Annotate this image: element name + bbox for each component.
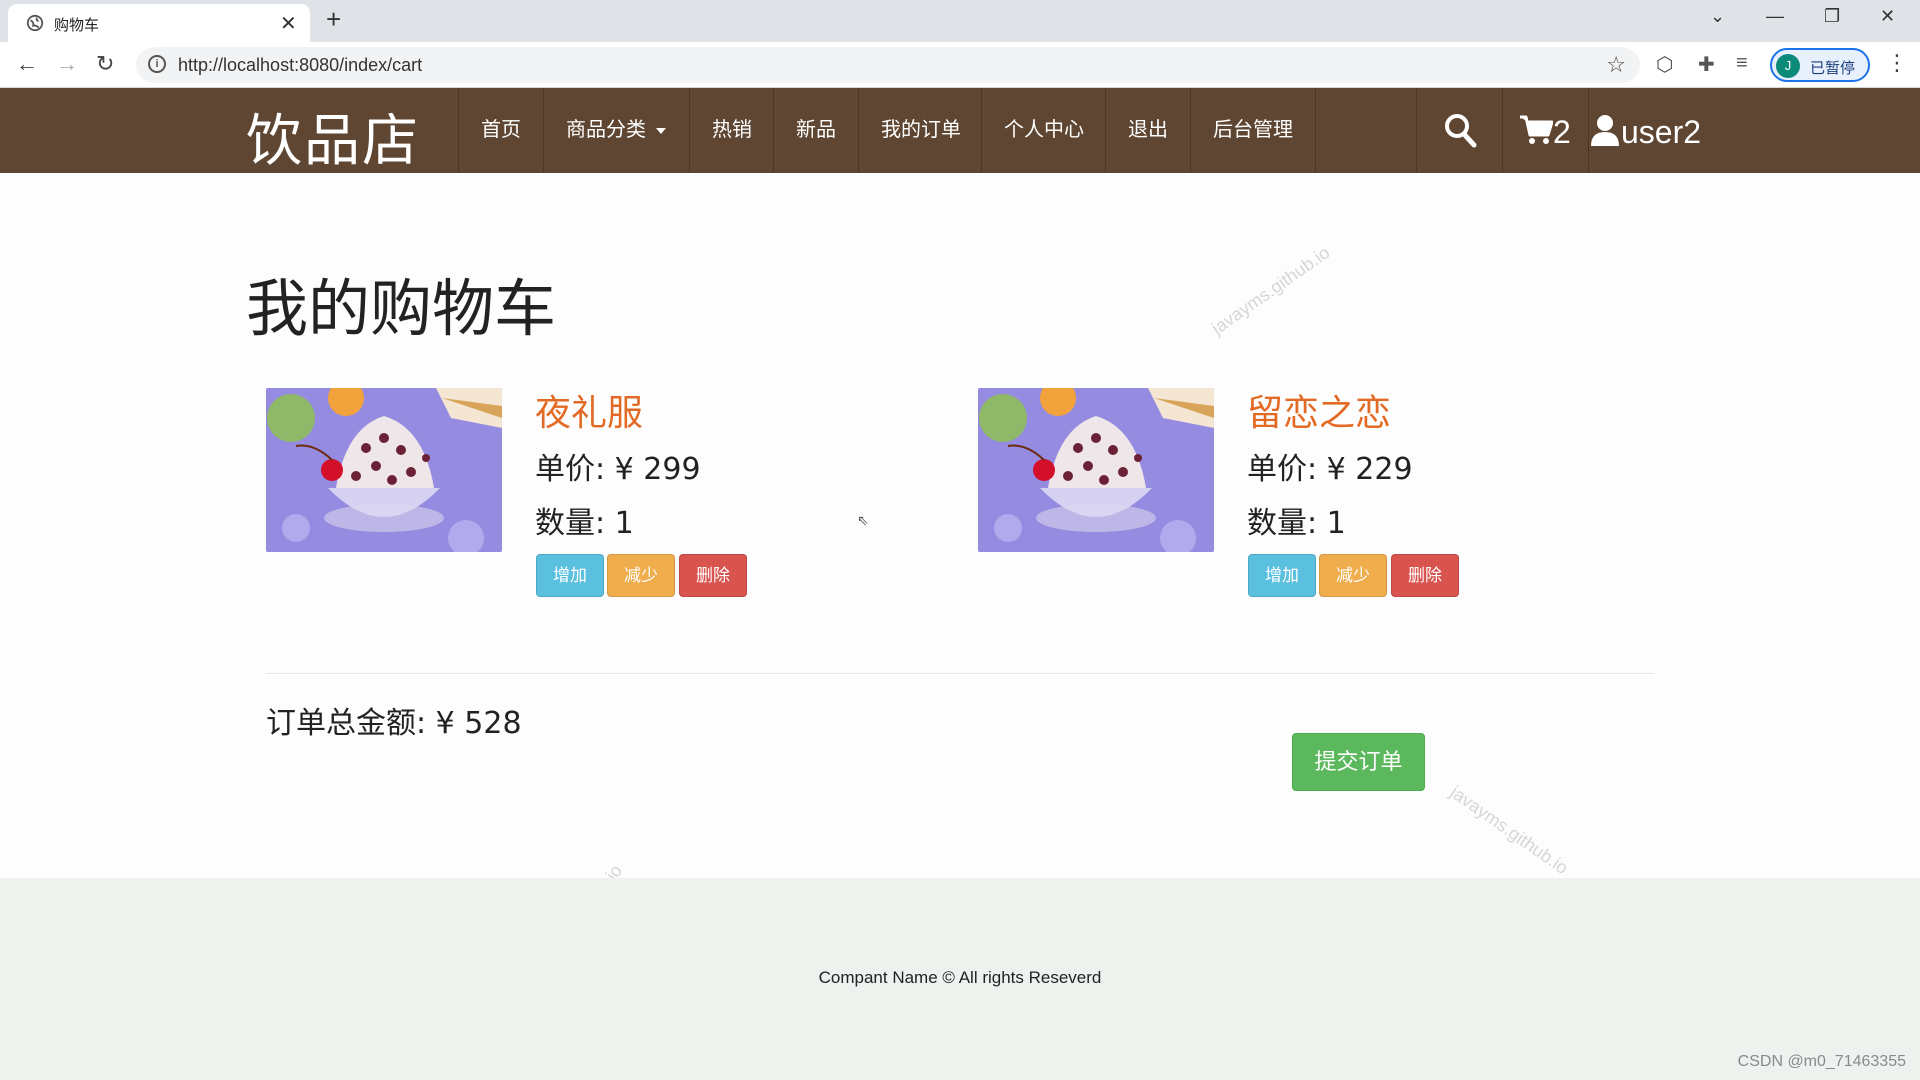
minimize-icon[interactable]: —: [1766, 6, 1784, 27]
cart-icon: [1520, 115, 1553, 144]
csdn-credit: CSDN @m0_71463355: [1737, 1053, 1906, 1070]
user-menu[interactable]: user2: [1588, 88, 1708, 173]
product-image: [266, 388, 502, 552]
order-total: 订单总金额: ¥ 528: [266, 706, 522, 741]
user-icon: [1591, 115, 1619, 146]
watermark: javayms.github.io: [1208, 242, 1334, 339]
nav-categories[interactable]: 商品分类: [543, 88, 688, 173]
product-name[interactable]: 夜礼服: [535, 384, 643, 436]
chevron-down-icon: [656, 127, 666, 134]
product-name[interactable]: 留恋之恋: [1247, 384, 1391, 436]
tab-title: 购物车: [54, 17, 100, 34]
delete-button[interactable]: 删除: [1391, 554, 1459, 597]
profile-button[interactable]: J 已暂停: [1770, 48, 1870, 82]
delete-button[interactable]: 删除: [679, 554, 747, 597]
product-quantity: 数量: 1: [1247, 506, 1346, 541]
browser-tab[interactable]: 购物车 ✕: [8, 4, 310, 42]
nav-hot[interactable]: 热销: [689, 88, 774, 173]
new-tab-icon[interactable]: +: [326, 4, 341, 35]
increase-button[interactable]: 增加: [1248, 554, 1316, 597]
footer-copyright: Compant Name © All rights Reseverd: [818, 968, 1102, 987]
footer: Compant Name © All rights Reseverd CSDN …: [0, 878, 1920, 1080]
search-button[interactable]: [1416, 88, 1502, 173]
nav-profile[interactable]: 个人中心: [981, 88, 1106, 173]
cart-count: 2: [1553, 114, 1571, 150]
url-text[interactable]: http://localhost:8080/index/cart: [178, 55, 422, 76]
increase-button[interactable]: 增加: [536, 554, 604, 597]
back-icon[interactable]: ←: [16, 51, 38, 77]
search-icon: [1445, 114, 1477, 148]
decrease-button[interactable]: 减少: [607, 554, 675, 597]
info-icon[interactable]: i: [148, 55, 166, 73]
divider: [266, 673, 1654, 674]
decrease-button[interactable]: 减少: [1319, 554, 1387, 597]
forward-icon[interactable]: →: [56, 51, 78, 77]
nav-admin[interactable]: 后台管理: [1190, 88, 1316, 173]
window-close-icon[interactable]: ✕: [1880, 6, 1895, 27]
puzzle-icon[interactable]: ✚: [1698, 52, 1715, 77]
restore-icon[interactable]: ❐: [1824, 6, 1840, 27]
product-price: 单价: ¥ 299: [535, 452, 701, 487]
submit-order-button[interactable]: 提交订单: [1292, 733, 1425, 791]
dessert-image: [266, 388, 502, 552]
browser-toolbar: ← → ↻ i http://localhost:8080/index/cart…: [0, 42, 1920, 88]
nav-logout[interactable]: 退出: [1105, 88, 1190, 173]
cart-button[interactable]: 2: [1502, 88, 1588, 173]
extension-icon[interactable]: ⬡: [1656, 52, 1673, 77]
product-price: 单价: ¥ 229: [1247, 452, 1413, 487]
page-title: 我的购物车: [246, 272, 557, 345]
reload-icon[interactable]: ↻: [96, 51, 114, 77]
globe-icon: [26, 14, 44, 32]
product-image: [978, 388, 1214, 552]
site-navbar: 饮品店 首页 商品分类 热销 新品 我的订单 个人中心 退出 后台管理 2 us…: [0, 88, 1920, 174]
brand-logo[interactable]: 饮品店: [246, 96, 420, 177]
product-quantity: 数量: 1: [535, 506, 634, 541]
dessert-image: [978, 388, 1214, 552]
username: user2: [1621, 114, 1702, 150]
nav-my-orders[interactable]: 我的订单: [858, 88, 983, 173]
nav-new[interactable]: 新品: [773, 88, 858, 173]
address-bar[interactable]: i http://localhost:8080/index/cart ☆: [136, 47, 1640, 83]
browser-tab-bar: 购物车 ✕ + ⌄ — ❐ ✕: [0, 0, 1920, 42]
avatar: J: [1776, 54, 1800, 78]
profile-status: 已暂停: [1810, 60, 1856, 77]
tab-search-icon[interactable]: ⌄: [1710, 6, 1725, 27]
browser-menu-icon[interactable]: ⋮: [1886, 50, 1908, 76]
nav-categories-label: 商品分类: [566, 119, 646, 141]
nav-home[interactable]: 首页: [458, 88, 543, 173]
bookmark-star-icon[interactable]: ☆: [1606, 52, 1626, 78]
media-icon[interactable]: ≡: [1736, 52, 1748, 75]
close-icon[interactable]: ✕: [280, 11, 297, 36]
mouse-cursor-icon: ⇖: [857, 512, 869, 528]
watermark: javayms.github.io: [1446, 782, 1572, 879]
